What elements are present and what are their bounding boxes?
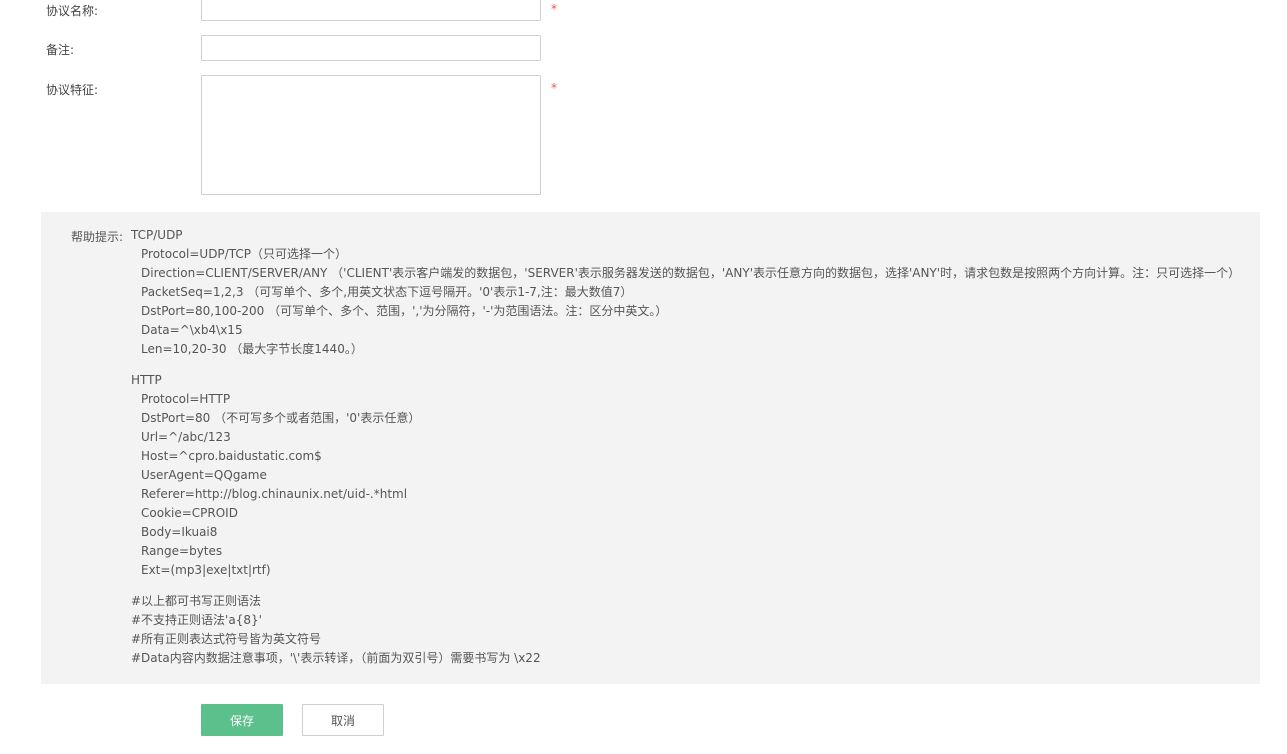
protocol-feature-label: 协议特征: (46, 83, 99, 97)
help-tcp-udp-title: TCP/UDP (131, 228, 183, 242)
help-http-line: DstPort=80 （不可写多个或者范围，'0'表示任意） (141, 411, 421, 425)
help-note: #Data内容内数据注意事项，'\'表示转译，（前面为双引号）需要书写为 \x2… (131, 651, 541, 665)
help-http-title: HTTP (131, 373, 162, 387)
help-http-line: Ext=(mp3|exe|txt|rtf) (141, 563, 271, 577)
help-tcp-udp-line: Protocol=UDP/TCP（只可选择一个） (141, 247, 347, 261)
save-button[interactable]: 保存 (201, 704, 283, 736)
help-http-line: Url=^/abc/123 (141, 430, 231, 444)
help-note: #所有正则表达式符号皆为英文符号 (131, 632, 322, 646)
help-tcp-udp-line: PacketSeq=1,2,3 （可写单个、多个,用英文状态下逗号隔开。'0'表… (141, 285, 633, 299)
help-http-line: Protocol=HTTP (141, 392, 231, 406)
help-label: 帮助提示: (71, 230, 124, 244)
cancel-button[interactable]: 取消 (302, 704, 384, 736)
protocol-name-required-mark: * (551, 2, 557, 16)
help-http-line: Range=bytes (141, 544, 223, 558)
protocol-feature-required-mark: * (551, 81, 557, 95)
help-note: #不支持正则语法'a{8}' (131, 613, 262, 627)
protocol-name-input[interactable] (201, 0, 541, 21)
help-note: #以上都可书写正则语法 (131, 594, 262, 608)
remark-label: 备注: (46, 43, 75, 57)
help-panel: 帮助提示: TCP/UDP Protocol=UDP/TCP（只可选择一个） D… (41, 212, 1260, 684)
help-http-line: Host=^cpro.baidustatic.com$ (141, 449, 322, 463)
help-http-line: UserAgent=QQgame (141, 468, 267, 482)
help-http-line: Cookie=CPROID (141, 506, 238, 520)
help-tcp-udp-line: Data=^\xb4\x15 (141, 323, 243, 337)
help-http-line: Body=Ikuai8 (141, 525, 218, 539)
remark-input[interactable] (201, 35, 541, 61)
protocol-feature-textarea[interactable] (201, 75, 541, 195)
help-tcp-udp-line: DstPort=80,100-200 （可写单个、多个、范围，','为分隔符，'… (141, 304, 668, 318)
help-tcp-udp-line: Len=10,20-30 （最大字节长度1440。） (141, 342, 363, 356)
help-tcp-udp-line: Direction=CLIENT/SERVER/ANY （'CLIENT'表示客… (141, 266, 1241, 280)
help-http-line: Referer=http://blog.chinaunix.net/uid-.*… (141, 487, 408, 501)
protocol-name-label: 协议名称: (46, 4, 99, 18)
